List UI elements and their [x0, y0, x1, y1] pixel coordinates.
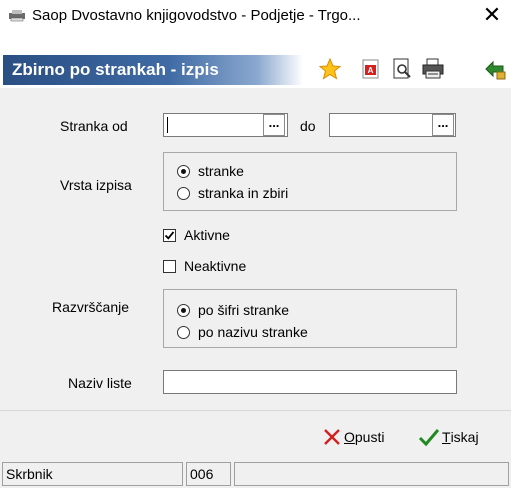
banner-title: Zbirno po strankah - izpis [12, 60, 219, 79]
checkmark-icon [164, 230, 175, 240]
naziv-liste-label: Naziv liste [68, 375, 132, 391]
radio-indicator [177, 186, 190, 200]
tiskaj-button[interactable]: Tiskaj [418, 427, 479, 447]
naziv-liste-field[interactable] [163, 370, 457, 394]
radio-label: po nazivu stranke [198, 324, 308, 340]
stranka-od-lookup-button[interactable]: ... [263, 114, 285, 136]
opusti-mnemonic: O [344, 429, 355, 445]
report-banner: Zbirno po strankah - izpis [3, 55, 303, 85]
radio-label: stranke [198, 163, 244, 179]
checkbox-label: Neaktivne [184, 258, 247, 274]
neaktivne-checkbox[interactable]: Neaktivne [163, 258, 246, 274]
radio-stranke[interactable]: stranke [177, 163, 244, 179]
opusti-button[interactable]: Opusti [322, 427, 384, 447]
radio-po-sifri-stranke[interactable]: po šifri stranke [177, 302, 289, 318]
tiskaj-mnemonic: T [442, 429, 451, 445]
svg-text:A: A [368, 66, 374, 75]
checkbox-indicator [163, 259, 176, 273]
window-title: Saop Dvostavno knjigovodstvo - Podjetje … [32, 7, 361, 24]
checkbox-label: Aktivne [184, 227, 230, 243]
close-icon[interactable]: ✕ [480, 4, 504, 28]
aktivne-checkbox[interactable]: Aktivne [163, 227, 230, 243]
cancel-x-icon [324, 429, 340, 445]
run-icon[interactable] [483, 57, 507, 81]
printer-app-icon [9, 10, 25, 22]
vrsta-izpisa-group [163, 152, 457, 211]
radio-label: po šifri stranke [198, 302, 290, 318]
radio-indicator [177, 303, 190, 317]
opusti-label-rest: pusti [354, 429, 385, 445]
do-label: do [300, 118, 316, 134]
stranka-do-lookup-button[interactable]: ... [432, 114, 454, 136]
stranka-od-label: Stranka od [60, 118, 128, 134]
radio-indicator [177, 325, 190, 339]
star-icon[interactable] [318, 57, 342, 81]
vrsta-izpisa-label: Vrsta izpisa [60, 177, 132, 193]
window-titlebar: Saop Dvostavno knjigovodstvo - Podjetje … [0, 0, 511, 32]
print-preview-icon[interactable] [390, 57, 414, 81]
status-extra [234, 462, 509, 486]
tiskaj-label-rest: iskaj [450, 429, 479, 445]
printer-icon[interactable] [421, 57, 445, 81]
pdf-export-icon[interactable]: A [359, 57, 383, 81]
checkmark-green-icon [418, 429, 440, 447]
radio-label: stranka in zbiri [198, 185, 289, 201]
radio-indicator [177, 164, 190, 178]
checkbox-indicator [163, 228, 176, 242]
status-user: Skrbnik [2, 462, 183, 486]
status-code: 006 [186, 462, 231, 486]
razvrscanje-label: Razvrščanje [52, 299, 130, 315]
radio-stranka-in-zbiri[interactable]: stranka in zbiri [177, 185, 288, 201]
status-bar: Skrbnik 006 [0, 460, 511, 488]
radio-po-nazivu-stranke[interactable]: po nazivu stranke [177, 324, 308, 340]
